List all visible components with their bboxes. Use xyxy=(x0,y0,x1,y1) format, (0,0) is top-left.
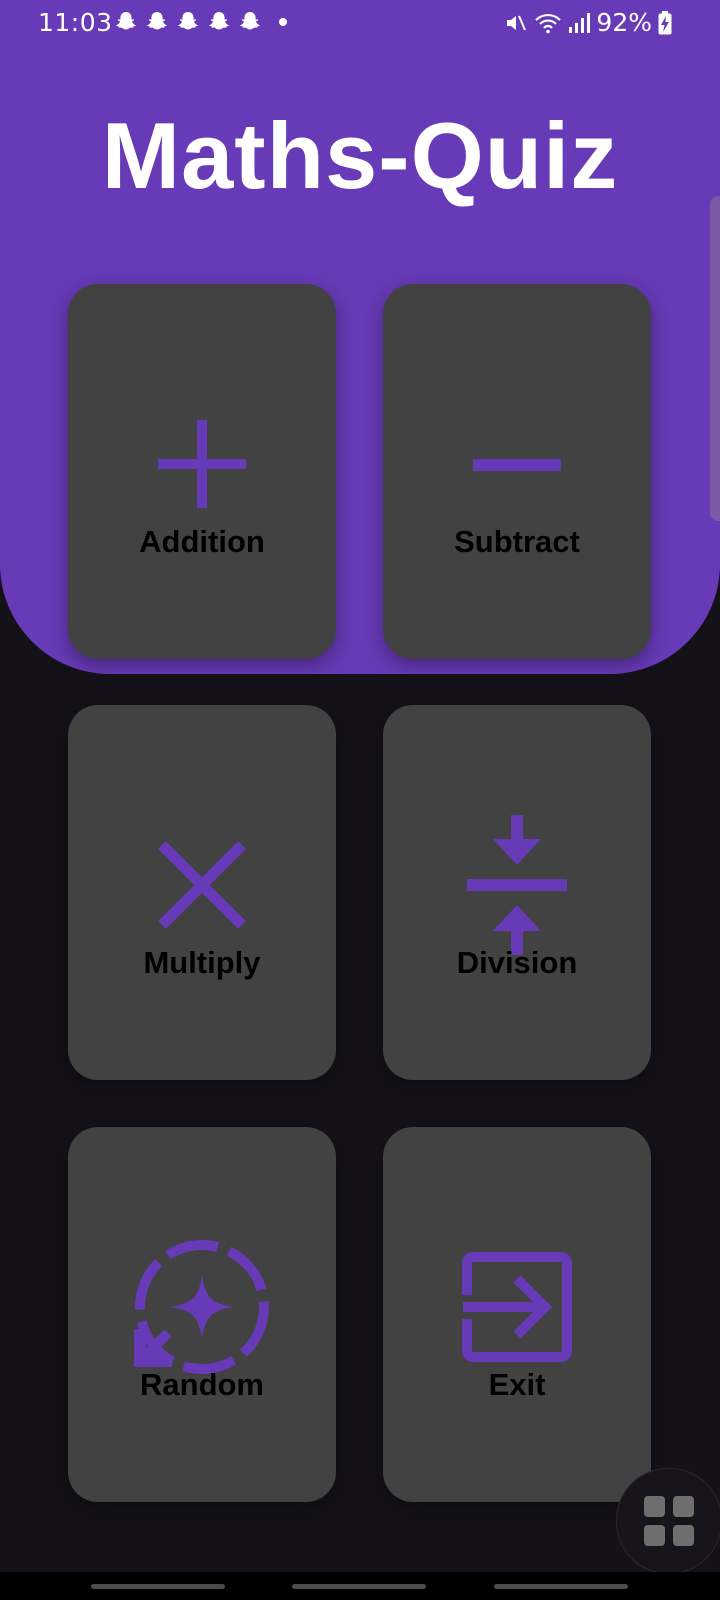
compress-icon xyxy=(467,815,567,955)
snapchat-icon xyxy=(116,12,136,30)
nav-gesture-handle[interactable] xyxy=(292,1584,426,1589)
random-card[interactable]: Random xyxy=(68,1127,336,1502)
multiply-icon xyxy=(158,841,246,929)
card-label-subtract: Subtract xyxy=(454,524,580,559)
card-label-random: Random xyxy=(140,1367,264,1402)
nav-gesture-handle[interactable] xyxy=(494,1584,628,1589)
card-label-division: Division xyxy=(456,945,578,980)
main-screen: 11:03 92% Maths-Quiz Addition Subtract M… xyxy=(0,0,720,1600)
division-card[interactable]: Division xyxy=(383,705,651,1080)
wifi-icon xyxy=(535,13,562,33)
sync-sparkle-icon xyxy=(134,1240,269,1374)
nav-gesture-handle[interactable] xyxy=(91,1584,225,1589)
navigation-bar xyxy=(0,1572,720,1600)
system-status-icons: 92% xyxy=(504,8,672,37)
card-label-addition: Addition xyxy=(139,524,265,559)
grid-icon xyxy=(644,1496,694,1546)
notification-icons xyxy=(114,10,287,34)
status-bar: 11:03 92% xyxy=(0,0,720,46)
snapchat-icon xyxy=(209,12,229,30)
addition-card[interactable]: Addition xyxy=(68,284,336,659)
card-label-exit: Exit xyxy=(488,1367,546,1402)
card-label-multiply: Multiply xyxy=(143,945,261,980)
status-time: 11:03 xyxy=(38,8,113,37)
exit-card[interactable]: Exit xyxy=(383,1127,651,1502)
snapchat-icon xyxy=(178,12,198,30)
snapchat-icon xyxy=(240,12,260,30)
subtract-card[interactable]: Subtract xyxy=(383,284,651,659)
minus-icon xyxy=(473,459,561,471)
floating-menu-button[interactable] xyxy=(616,1468,720,1574)
mute-icon xyxy=(507,15,527,30)
signal-icon xyxy=(569,12,591,33)
battery-percent: 92% xyxy=(596,8,652,37)
scroll-handle[interactable] xyxy=(710,196,720,521)
battery-charging-icon xyxy=(658,10,672,34)
plus-icon xyxy=(158,420,246,508)
page-title: Maths-Quiz xyxy=(101,103,619,208)
dot-icon xyxy=(279,18,287,26)
snapchat-icon xyxy=(147,12,167,30)
multiply-card[interactable]: Multiply xyxy=(68,705,336,1080)
exit-icon xyxy=(462,1252,572,1362)
